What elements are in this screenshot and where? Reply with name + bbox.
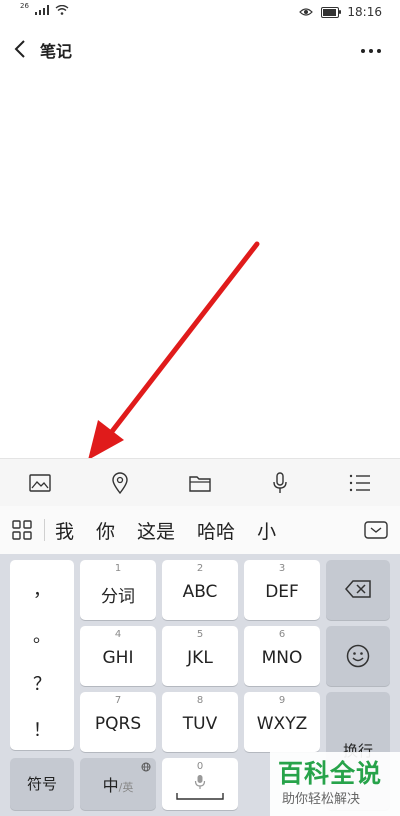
globe-icon bbox=[141, 762, 151, 772]
space-bar-icon bbox=[176, 793, 224, 800]
lang-main: 中 bbox=[102, 776, 119, 795]
punctuation-key[interactable]: ！ bbox=[10, 716, 74, 742]
key-8[interactable]: 8 TUV bbox=[162, 692, 238, 752]
hide-keyboard-button[interactable] bbox=[352, 506, 400, 554]
microphone-icon bbox=[273, 472, 287, 493]
key-label: DEF bbox=[265, 582, 299, 602]
key-7[interactable]: 7 PQRS bbox=[80, 692, 156, 752]
insert-location-button[interactable] bbox=[106, 469, 134, 497]
list-icon bbox=[349, 474, 370, 492]
location-icon bbox=[112, 472, 128, 494]
candidate-words: 我 你 这是 哈哈 小 bbox=[55, 517, 352, 544]
key-1[interactable]: 1 分词 bbox=[80, 560, 156, 620]
punctuation-column[interactable]: ， 。 ？ ！ bbox=[10, 560, 74, 750]
attachment-toolbar bbox=[0, 458, 400, 507]
backspace-key[interactable] bbox=[326, 560, 390, 620]
symbol-key[interactable]: 符号 bbox=[10, 758, 74, 810]
punctuation-key[interactable]: ？ bbox=[10, 670, 74, 696]
image-icon bbox=[29, 474, 51, 492]
key-number: 0 bbox=[196, 761, 204, 772]
lang-sub: /英 bbox=[118, 781, 134, 794]
key-number: 4 bbox=[114, 629, 122, 640]
candidate-bar: 我 你 这是 哈哈 小 bbox=[0, 506, 400, 554]
key-label: 分词 bbox=[101, 587, 135, 607]
grid-icon bbox=[12, 520, 32, 540]
key-number: 2 bbox=[196, 563, 204, 574]
key-number: 5 bbox=[196, 629, 204, 640]
emoji-key[interactable] bbox=[326, 626, 390, 686]
insert-file-button[interactable] bbox=[186, 469, 214, 497]
key-label: PQRS bbox=[94, 714, 142, 734]
key-5[interactable]: 5 JKL bbox=[162, 626, 238, 686]
key-number: 6 bbox=[278, 629, 286, 640]
smiley-icon bbox=[346, 644, 370, 668]
watermark: 百科全说 助你轻松解决 bbox=[270, 752, 400, 816]
key-label: MNO bbox=[261, 648, 303, 668]
key-number: 3 bbox=[278, 563, 286, 574]
language-label: 中/英 bbox=[80, 772, 156, 796]
folder-icon bbox=[189, 476, 211, 492]
key-3[interactable]: 3 DEF bbox=[244, 560, 320, 620]
watermark-title: 百科全说 bbox=[278, 759, 383, 788]
key-label: GHI bbox=[102, 648, 134, 668]
space-key[interactable]: 0 bbox=[162, 758, 238, 810]
punctuation-key[interactable]: ， bbox=[10, 576, 74, 602]
keyboard-collapse-icon bbox=[364, 521, 388, 539]
insert-image-button[interactable] bbox=[26, 469, 54, 497]
candidate-word[interactable]: 哈哈 bbox=[197, 517, 235, 544]
backspace-icon bbox=[345, 580, 371, 598]
divider bbox=[44, 519, 45, 541]
key-number: 9 bbox=[278, 695, 286, 706]
key-9[interactable]: 9 WXYZ bbox=[244, 692, 320, 752]
candidate-word[interactable]: 小 bbox=[257, 517, 276, 544]
key-label: WXYZ bbox=[256, 714, 308, 734]
key-number: 7 bbox=[114, 695, 122, 706]
key-6[interactable]: 6 MNO bbox=[244, 626, 320, 686]
punctuation-key[interactable]: 。 bbox=[10, 622, 74, 648]
space-mic-icon bbox=[194, 775, 206, 789]
key-number: 8 bbox=[196, 695, 204, 706]
ime-menu-button[interactable] bbox=[0, 506, 44, 554]
candidate-word[interactable]: 你 bbox=[96, 517, 115, 544]
key-label: TUV bbox=[182, 714, 218, 734]
key-label: JKL bbox=[187, 648, 213, 668]
key-number: 1 bbox=[114, 563, 122, 574]
key-label: ABC bbox=[182, 582, 218, 602]
candidate-word[interactable]: 这是 bbox=[137, 517, 175, 544]
watermark-subtitle: 助你轻松解决 bbox=[282, 792, 361, 807]
symbol-label: 符号 bbox=[26, 775, 57, 793]
language-switch-key[interactable]: 中/英 bbox=[80, 758, 156, 810]
candidate-word[interactable]: 我 bbox=[55, 517, 74, 544]
insert-list-button[interactable] bbox=[346, 469, 374, 497]
key-4[interactable]: 4 GHI bbox=[80, 626, 156, 686]
voice-input-button[interactable] bbox=[266, 469, 294, 497]
key-2[interactable]: 2 ABC bbox=[162, 560, 238, 620]
